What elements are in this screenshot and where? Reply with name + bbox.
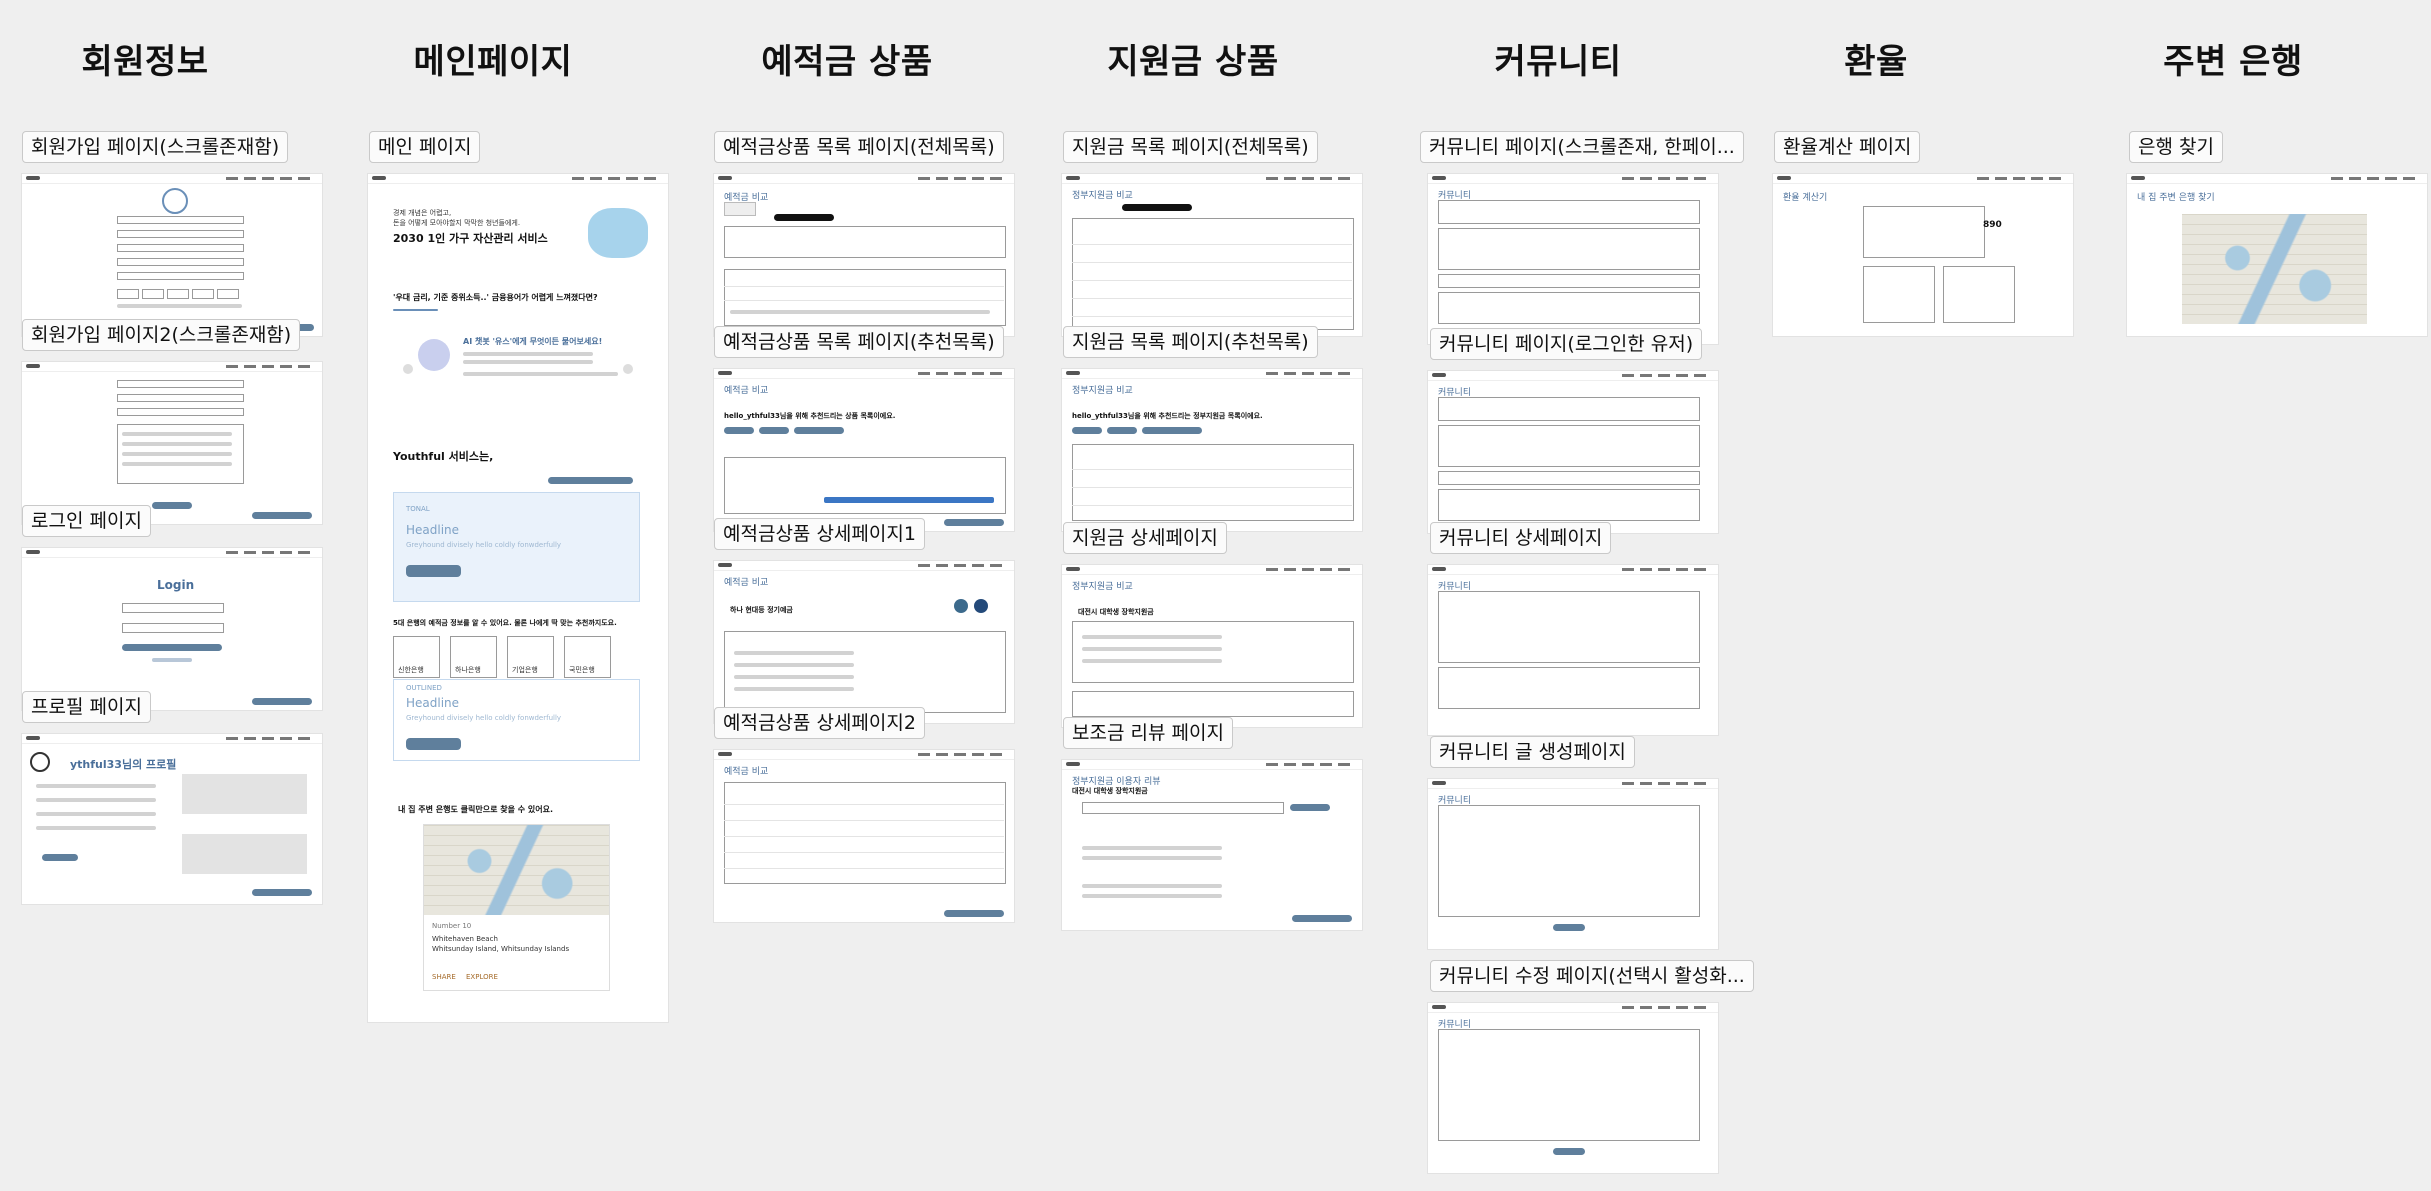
main-hero-title: 2030 1인 가구 자산관리 서비스	[393, 232, 548, 245]
map-card[interactable]: Number 10 Whitehaven Beach Whitsunday Is…	[423, 824, 610, 991]
heart-icon[interactable]	[954, 599, 968, 613]
map-image	[424, 825, 609, 915]
frame-grant-rec[interactable]: 정부지원금 비교 hello_ythful33님을 위해 추천드리는 정부지원금…	[1062, 369, 1362, 531]
explore-button[interactable]: EXPLORE	[466, 973, 498, 981]
frame-grant-detail[interactable]: 정부지원금 비교 대전시 대학생 장학지원금	[1062, 565, 1362, 727]
frame-login[interactable]: Login	[22, 548, 322, 710]
label-deposit-detail1[interactable]: 예적금상품 상세페이지1	[714, 518, 925, 550]
bank-kb[interactable]: 국민은행	[564, 636, 611, 678]
frame-signup2[interactable]	[22, 362, 322, 524]
frame-main[interactable]: 경제 개념은 어렵고, 돈을 어떻게 모아야할지 막막한 청년들에게. 2030…	[368, 174, 668, 1022]
label-bank[interactable]: 은행 찾기	[2129, 131, 2223, 163]
label-grant-rec[interactable]: 지원금 목록 페이지(추천목록)	[1063, 326, 1318, 358]
frame-deposit-detail2[interactable]: 예적금 비교	[714, 750, 1014, 922]
carousel-next-icon[interactable]	[623, 364, 633, 374]
column-title-bank: 주변 은행	[2163, 42, 2303, 82]
column-title-deposit: 예적금 상품	[761, 42, 933, 82]
main-service-title: Youthful 서비스는,	[393, 450, 494, 463]
hero-illustration	[588, 208, 648, 258]
profile-avatar-icon	[30, 752, 50, 772]
label-community-create[interactable]: 커뮤니티 글 생성페이지	[1430, 736, 1635, 768]
bank-ibk[interactable]: 기업은행	[507, 636, 554, 678]
carousel-prev-icon[interactable]	[403, 364, 413, 374]
frame-profile[interactable]: ythful33님의 프로필	[22, 734, 322, 904]
label-community-edit[interactable]: 커뮤니티 수정 페이지(선택시 활성화...	[1430, 960, 1754, 992]
label-community-user[interactable]: 커뮤니티 페이지(로그인한 유저)	[1430, 328, 1703, 360]
tonal-card: TONAL Headline Greyhound divisely hello …	[393, 492, 640, 602]
column-title-member: 회원정보	[81, 42, 209, 82]
column-title-exchange: 환율	[1844, 42, 1908, 82]
frame-community-detail[interactable]: 커뮤니티	[1428, 565, 1718, 735]
label-profile[interactable]: 프로필 페이지	[22, 691, 151, 723]
share-button[interactable]: SHARE	[432, 973, 456, 981]
label-deposit-rec[interactable]: 예적금상품 목록 페이지(추천목록)	[714, 326, 1004, 358]
label-grant-review[interactable]: 보조금 리뷰 페이지	[1063, 717, 1233, 749]
label-grant-all[interactable]: 지원금 목록 페이지(전체목록)	[1063, 131, 1318, 163]
column-title-community: 커뮤니티	[1494, 42, 1622, 82]
label-community-detail[interactable]: 커뮤니티 상세페이지	[1430, 522, 1612, 554]
frame-grant-all[interactable]: 정부지원금 비교	[1062, 174, 1362, 336]
frame-community-user[interactable]: 커뮤니티	[1428, 371, 1718, 533]
frame-deposit-all[interactable]: 예적금 비교	[714, 174, 1014, 336]
frame-community-scroll[interactable]: 커뮤니티	[1428, 174, 1718, 344]
frame-deposit-detail1[interactable]: 예적금 비교 하나 현대등 정기예금	[714, 561, 1014, 723]
robot-icon	[418, 339, 450, 371]
outlined-card: OUTLINED Headline Greyhound divisely hel…	[393, 679, 640, 761]
frame-community-create[interactable]: 커뮤니티	[1428, 779, 1718, 949]
column-title-main: 메인페이지	[413, 42, 573, 82]
frame-exchange[interactable]: 환율 계산기 890	[1773, 174, 2073, 336]
label-main[interactable]: 메인 페이지	[369, 131, 481, 163]
bank-shinhan[interactable]: 신한은행	[393, 636, 440, 678]
frame-community-edit[interactable]: 커뮤니티	[1428, 1003, 1718, 1173]
label-login[interactable]: 로그인 페이지	[22, 505, 151, 537]
bank-map[interactable]	[2182, 214, 2367, 324]
avatar-icon	[162, 188, 188, 214]
label-exchange[interactable]: 환율계산 페이지	[1774, 131, 1921, 163]
main-ai-text: AI 챗봇 '유스'에게 무엇이든 물어보세요!	[463, 337, 603, 346]
label-deposit-detail2[interactable]: 예적금상품 상세페이지2	[714, 707, 925, 739]
label-grant-detail[interactable]: 지원금 상세페이지	[1063, 522, 1227, 554]
label-signup[interactable]: 회원가입 페이지(스크롤존재함)	[22, 131, 289, 163]
login-heading: Login	[157, 578, 195, 592]
column-title-grant: 지원금 상품	[1107, 42, 1279, 82]
bank-hana[interactable]: 하나은행	[450, 636, 497, 678]
label-signup2[interactable]: 회원가입 페이지2(스크롤존재함)	[22, 319, 301, 351]
frame-bank[interactable]: 내 집 주변 은행 찾기	[2127, 174, 2427, 336]
label-deposit-all[interactable]: 예적금상품 목록 페이지(전체목록)	[714, 131, 1004, 163]
frame-deposit-rec[interactable]: 예적금 비교 hello_ythful33님을 위해 추천드리는 상품 목록이에…	[714, 369, 1014, 531]
frame-signup[interactable]	[22, 174, 322, 336]
bot-icon[interactable]	[974, 599, 988, 613]
frame-grant-review[interactable]: 정부지원금 이용자 리뷰 대전시 대학생 장학지원금	[1062, 760, 1362, 930]
label-community-scroll[interactable]: 커뮤니티 페이지(스크롤존재, 한페이...	[1420, 131, 1744, 163]
profile-title: ythful33님의 프로필	[70, 758, 177, 771]
